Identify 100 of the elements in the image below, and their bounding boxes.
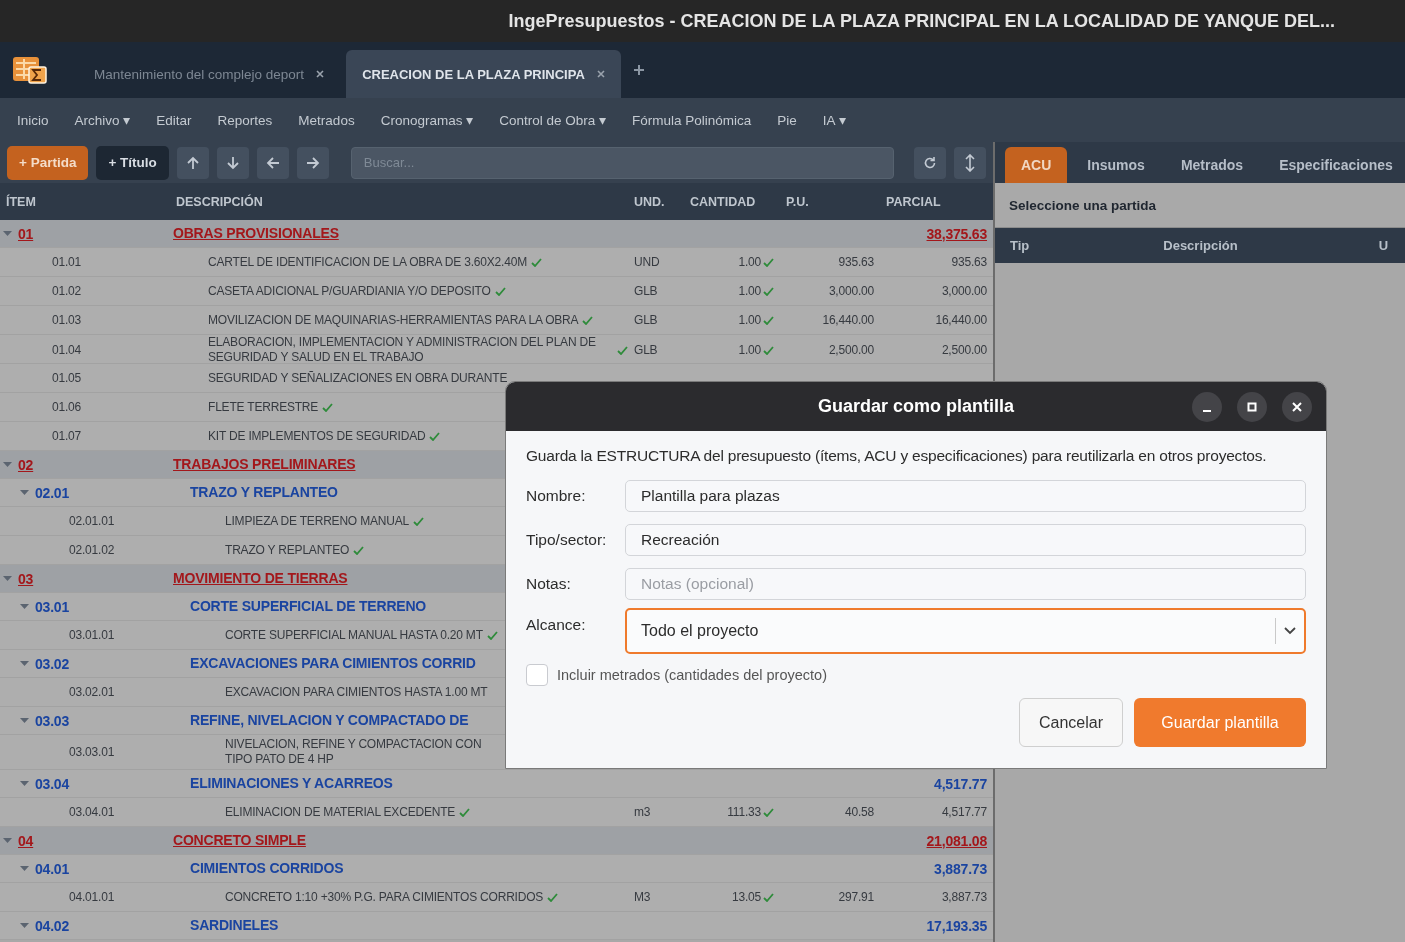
maximize-button[interactable] [1237, 392, 1267, 422]
item-code: 03.04 [35, 775, 70, 792]
column-header[interactable]: P.U. [780, 194, 880, 209]
partial-cell: 3,887.73 [934, 860, 987, 877]
panel-tab[interactable]: Especificaciones [1263, 147, 1405, 183]
quantity-cell: 1.00 [738, 343, 761, 357]
quantity-cell: 111.33 [727, 805, 761, 819]
item-code: 03.01.01 [68, 628, 115, 642]
item-code: 03.02.01 [68, 685, 115, 699]
item-code: 01.03 [51, 313, 82, 327]
move-up-icon[interactable] [176, 146, 209, 179]
partial-cell: 17,193.35 [926, 917, 987, 934]
partial-cell: 21,081.08 [926, 832, 987, 849]
column-header[interactable]: CANTIDAD [684, 194, 780, 209]
unit-cell: GLB [634, 343, 658, 357]
item-description: ELIMINACION DE MATERIAL EXCEDENTE [225, 804, 456, 820]
window-title: IngePresupuestos - CREACION DE LA PLAZA PRINCIPAL EN LA LOCALIDAD DE YANQUE DEL... [508, 10, 1335, 32]
item-code: 01.02 [51, 284, 82, 298]
item-description: CORTE SUPERFICIAL MANUAL HASTA 0.20 MT [225, 627, 483, 643]
caret-icon[interactable] [3, 837, 12, 844]
item-code: 03.01 [35, 598, 70, 615]
column-header[interactable]: Tip [1010, 238, 1030, 253]
dialog-description: Guarda la ESTRUCTURA del presupuesto (ítems, ACU y especificaciones) para reutilizarla en otros proyectos. [526, 447, 1268, 465]
close-button[interactable] [1282, 392, 1312, 422]
menu-item[interactable]: Cronogramas ▾ [380, 112, 474, 128]
item-code: 03 [18, 570, 34, 587]
column-header[interactable]: PARCIAL [880, 194, 993, 209]
column-header[interactable]: DESCRIPCIÓN [167, 194, 628, 209]
move-down-icon[interactable] [216, 146, 249, 179]
item-description: EXCAVACIONES PARA CIMIENTOS CORRID [190, 656, 476, 671]
column-header[interactable]: UND. [628, 194, 684, 209]
item-code: 02 [18, 456, 34, 473]
caret-icon[interactable] [20, 780, 29, 787]
caret-icon[interactable] [20, 489, 29, 496]
item-code: 02.01.01 [68, 514, 115, 528]
item-description: LIMPIEZA DE TERRENO MANUAL [225, 513, 409, 529]
column-header[interactable]: Descripción [1163, 238, 1238, 253]
item-code: 01.05 [51, 371, 82, 385]
item-code: 03.04.01 [68, 805, 115, 819]
toolbar-button[interactable]: + Título [96, 145, 169, 180]
input-field[interactable]: Notas (opcional) [625, 568, 1306, 600]
expand-vertical-icon[interactable] [954, 146, 986, 179]
caret-icon[interactable] [3, 575, 12, 582]
menu-item[interactable]: Inicio [17, 112, 49, 128]
menu-item[interactable]: Pie [777, 112, 797, 128]
item-description: CARTEL DE IDENTIFICACION DE LA OBRA DE 3.60X2.40M [208, 254, 527, 270]
caret-icon[interactable] [3, 461, 12, 468]
maximize-icon [1247, 402, 1257, 412]
menu-item[interactable]: Metrados [298, 112, 355, 128]
column-header[interactable]: ÍTEM [0, 194, 167, 209]
dropdown-field[interactable]: Todo el proyecto [625, 608, 1306, 654]
item-code: 01.07 [51, 429, 82, 443]
caret-icon[interactable] [20, 865, 29, 872]
caret-icon[interactable] [20, 603, 29, 610]
menu-item[interactable]: Editar [156, 112, 192, 128]
refresh-icon[interactable] [914, 146, 946, 179]
quantity-cell: 1.00 [738, 284, 761, 298]
column-header[interactable]: U [1378, 238, 1389, 253]
caret-icon[interactable] [20, 717, 29, 724]
document-tab[interactable]: Mantenimiento del complejo deport [78, 50, 341, 98]
close-icon[interactable] [316, 70, 325, 78]
move-right-icon[interactable] [296, 146, 329, 179]
unit-cell: GLB [634, 313, 658, 327]
minimize-icon [1202, 410, 1212, 412]
caret-icon[interactable] [20, 660, 29, 667]
document-tab[interactable]: CREACION DE LA PLAZA PRINCIPA [346, 50, 621, 98]
unit-cell: m3 [634, 805, 651, 819]
item-description: SEGURIDAD Y SEÑALIZACIONES EN OBRA DURANTE [208, 370, 508, 386]
item-code: 02.01.02 [68, 543, 115, 557]
dialog-button[interactable]: Cancelar [1019, 698, 1123, 747]
add-tab-icon[interactable] [632, 64, 645, 76]
menu-item[interactable]: Control de Obra ▾ [499, 112, 606, 128]
item-description: CORTE SUPERFICIAL DE TERRENO [190, 599, 427, 614]
caret-icon[interactable] [3, 230, 12, 237]
item-description: MOVIMIENTO DE TIERRAS [173, 571, 348, 586]
caret-icon[interactable] [20, 922, 29, 929]
item-code: 02.01 [35, 484, 70, 501]
checkbox[interactable] [526, 664, 548, 686]
input-field[interactable]: Recreación [625, 524, 1306, 556]
menu-item[interactable]: IA ▾ [822, 112, 846, 128]
quantity-cell: 13.05 [731, 890, 761, 904]
menu-item[interactable]: Archivo ▾ [74, 112, 131, 128]
item-description: SARDINELES [190, 918, 279, 933]
close-icon[interactable] [596, 70, 605, 78]
panel-tab[interactable]: Insumos [1071, 147, 1161, 183]
app-logo-icon [12, 55, 48, 85]
panel-message: Seleccione una partida [1009, 197, 1157, 213]
input-field[interactable]: Plantilla para plazas [625, 480, 1306, 512]
quantity-cell: 1.00 [738, 255, 761, 269]
item-code: 04.01 [35, 860, 70, 877]
unit-price-cell: 935.63 [838, 255, 874, 269]
item-description: KIT DE IMPLEMENTOS DE SEGURIDAD [208, 428, 426, 444]
move-left-icon[interactable] [256, 146, 289, 179]
unit-price-cell: 16,440.00 [822, 313, 874, 327]
unit-price-cell: 3,000.00 [828, 284, 874, 298]
minimize-button[interactable] [1192, 392, 1222, 422]
menu-item[interactable]: Reportes [217, 112, 273, 128]
item-description: ELABORACION, IMPLEMENTACION Y ADMINISTRACION DEL PLAN DE SEGURIDAD Y SALUD EN EL TRABAJO [208, 335, 597, 365]
menu-item[interactable]: Fórmula Polinómica [632, 112, 752, 128]
panel-tab[interactable]: Metrados [1164, 147, 1260, 183]
